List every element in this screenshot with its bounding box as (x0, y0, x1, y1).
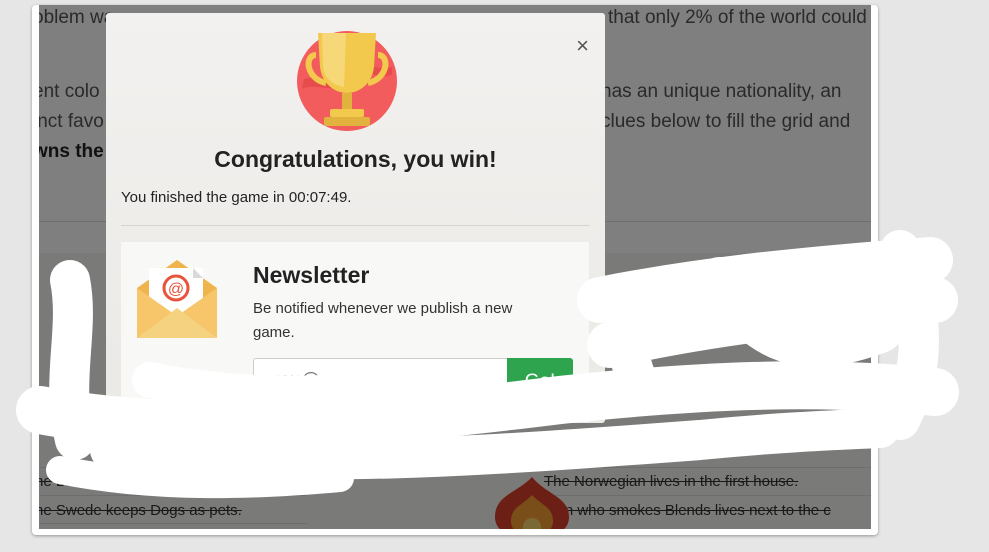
email-envelope-icon: @ (137, 260, 217, 338)
finish-time-text: You finished the game in 00:07:49. (121, 189, 352, 206)
go-button[interactable]: Go! (507, 358, 573, 406)
browser-frame: oblem wa that only 2% of the world could… (32, 5, 878, 535)
email-input[interactable] (253, 358, 507, 404)
newsletter-description: Be notified whenever we publish a new ga… (253, 300, 513, 341)
win-modal: × Congratulations, you win! You finished… (106, 13, 605, 423)
trophy-icon (297, 31, 397, 131)
newsletter-title: Newsletter (253, 262, 370, 288)
modal-divider (121, 225, 590, 226)
newsletter-panel: @ Newsletter Be notified whenever we pub… (121, 242, 589, 422)
game-page: oblem wa that only 2% of the world could… (39, 5, 871, 529)
svg-text:@: @ (168, 281, 184, 298)
modal-title: Congratulations, you win! (214, 146, 497, 172)
close-button[interactable]: × (576, 35, 589, 57)
